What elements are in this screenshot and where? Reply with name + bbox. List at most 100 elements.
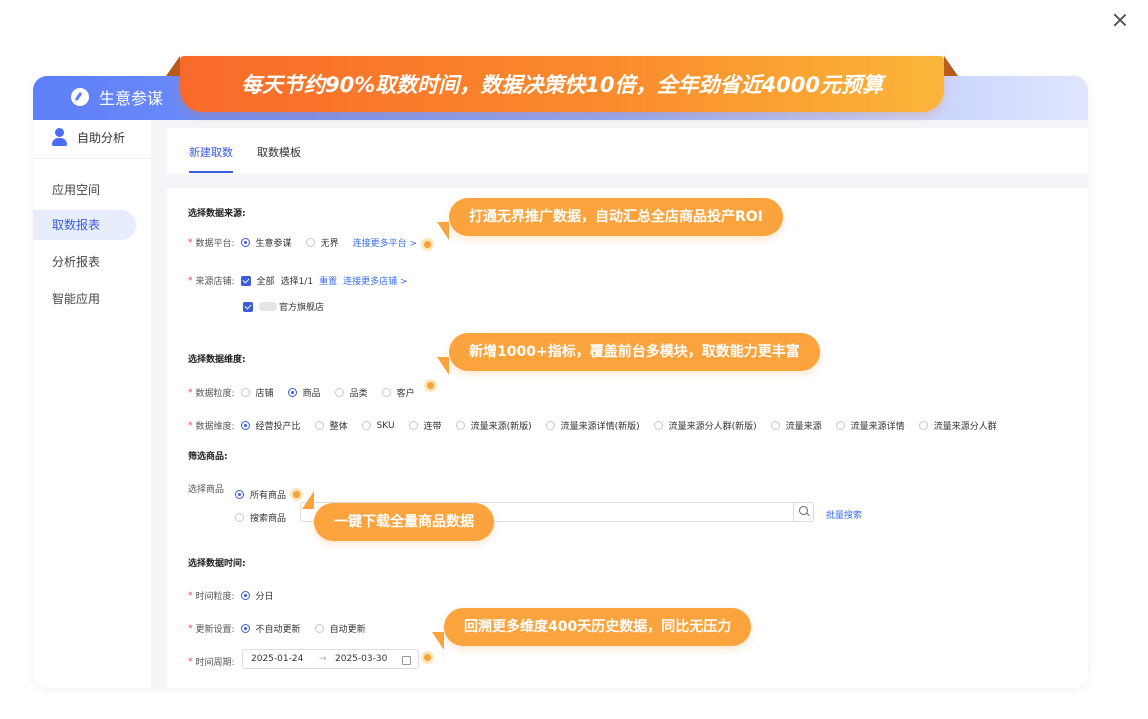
granularity-option[interactable]: 客户 — [397, 386, 415, 399]
radio-customer[interactable] — [381, 388, 391, 397]
close-icon[interactable] — [1110, 10, 1130, 30]
callout-history: 回溯更多维度400天历史数据，同比无压力 — [444, 608, 752, 646]
connect-store-link[interactable]: 连接更多店铺 > — [343, 274, 407, 287]
update-option[interactable]: 自动更新 — [330, 622, 366, 635]
radio-dimension[interactable] — [314, 421, 324, 430]
dimension-option[interactable]: 流量来源分人群(新版) — [669, 419, 757, 432]
radio-dimension[interactable] — [545, 421, 555, 430]
filter-all-row: 所有商品 — [235, 488, 286, 501]
time-granularity-value[interactable]: 分日 — [256, 589, 274, 602]
date-separator-arrow: → — [319, 654, 327, 664]
radio-search-products[interactable] — [235, 513, 244, 522]
filter-option-all[interactable]: 所有商品 — [250, 488, 286, 501]
required-mark: * — [188, 590, 193, 601]
search-icon[interactable] — [793, 502, 814, 522]
dimension-option[interactable]: 经营投产比 — [256, 419, 301, 432]
store-item-row: 官方旗舰店 — [243, 300, 324, 313]
batch-search-link[interactable]: 批量搜索 — [826, 508, 862, 521]
brand: 生意参谋 — [71, 85, 163, 109]
app-window: 生意参谋 自助分析 应用空间 取数报表 分析报表 智能应用 新建取数 取数模板 … — [33, 76, 1088, 688]
granularity-option[interactable]: 品类 — [350, 386, 368, 399]
promo-banner: 每天节约90%取数时间，数据决策快10倍，全年劲省近4000元预算 — [180, 56, 944, 112]
required-mark: * — [188, 656, 193, 667]
dimension-option[interactable]: 流量来源详情(新版) — [561, 419, 640, 432]
date-start[interactable]: 2025-01-24 — [251, 654, 303, 664]
radio-no-auto-update[interactable] — [240, 624, 250, 633]
period-row: * 时间周期: — [188, 655, 241, 669]
dimension-option[interactable]: 连带 — [424, 419, 442, 432]
date-end[interactable]: 2025-03-30 — [335, 654, 387, 664]
radio-store[interactable] — [240, 388, 250, 397]
radio-all-products[interactable] — [235, 490, 244, 499]
user-icon — [51, 128, 69, 146]
dimension-option[interactable]: 流量来源分人群 — [934, 419, 997, 432]
hotspot-dot — [421, 651, 434, 664]
platform-row: * 数据平台: 生意参谋 无界 连接更多平台 > — [188, 236, 417, 250]
dimension-option[interactable]: 整体 — [330, 419, 348, 432]
callout-wujie: 打通无界推广数据，自动汇总全店商品投产ROI — [449, 198, 783, 236]
filter-label: 选择商品 — [188, 485, 225, 495]
sidebar-item-analysis-reports[interactable]: 分析报表 — [33, 247, 136, 277]
radio-category[interactable] — [334, 388, 344, 397]
callout-tail — [437, 222, 449, 240]
radio-dimension[interactable] — [408, 421, 418, 430]
calendar-icon[interactable] — [402, 656, 411, 665]
store-label: 来源店铺: — [195, 277, 235, 287]
update-row: * 更新设置: 不自动更新 自动更新 — [188, 622, 380, 636]
radio-daily[interactable] — [240, 591, 250, 600]
dimension-option[interactable]: SKU — [377, 421, 395, 431]
time-granularity-row: * 时间粒度: 分日 — [188, 589, 274, 603]
dimension-label: 数据维度: — [195, 422, 235, 432]
dimension-option[interactable]: 流量来源详情 — [851, 419, 905, 432]
callout-tail — [302, 491, 314, 509]
radio-dimension[interactable] — [361, 421, 371, 430]
required-mark: * — [188, 623, 193, 634]
sidebar-header: 自助分析 — [51, 128, 125, 146]
dimension-option[interactable]: 流量来源 — [786, 419, 822, 432]
required-mark: * — [188, 237, 193, 248]
ribbon-fold-right — [944, 56, 958, 76]
callout-metrics: 新增1000+指标，覆盖前台多模块，取数能力更丰富 — [449, 333, 820, 371]
section-title-filter: 筛选商品: — [188, 452, 228, 462]
tab-underline — [189, 171, 233, 173]
radio-dimension[interactable] — [653, 421, 663, 430]
connect-platform-link[interactable]: 连接更多平台 > — [353, 236, 417, 249]
platform-option-sycm[interactable]: 生意参谋 — [256, 236, 292, 249]
callout-tail — [437, 357, 449, 375]
checkbox-store[interactable] — [243, 301, 253, 312]
brand-title: 生意参谋 — [99, 89, 164, 108]
tab-extract-template[interactable]: 取数模板 — [257, 144, 301, 160]
checkbox-all-stores[interactable] — [240, 275, 251, 286]
store-row: * 来源店铺: 全部 选择1/1 重置 连接更多店铺 > — [188, 274, 407, 287]
update-option[interactable]: 不自动更新 — [256, 622, 301, 635]
dimension-row: * 数据维度: 经营投产比 整体 SKU 连带 流量来源(新版) 流量来源详情(… — [188, 419, 1011, 433]
time-granularity-label: 时间粒度: — [195, 592, 235, 602]
required-mark: * — [188, 387, 193, 398]
radio-product[interactable] — [287, 388, 297, 397]
filter-option-search[interactable]: 搜索商品 — [250, 511, 286, 524]
radio-dimension[interactable] — [835, 421, 845, 430]
platform-option-wujie[interactable]: 无界 — [321, 236, 339, 249]
radio-platform-sycm[interactable] — [240, 238, 250, 247]
store-count: 选择1/1 — [280, 277, 314, 287]
update-label: 更新设置: — [195, 625, 235, 635]
granularity-option[interactable]: 商品 — [303, 386, 321, 399]
granularity-option[interactable]: 店铺 — [256, 386, 274, 399]
all-stores-label: 全部 — [256, 277, 275, 287]
tab-new-extract[interactable]: 新建取数 — [189, 144, 233, 160]
period-label: 时间周期: — [195, 658, 235, 668]
sidebar-item-app-space[interactable]: 应用空间 — [33, 175, 136, 205]
radio-dimension[interactable] — [455, 421, 465, 430]
radio-auto-update[interactable] — [314, 624, 324, 633]
radio-dimension[interactable] — [918, 421, 928, 430]
dimension-option[interactable]: 流量来源(新版) — [471, 419, 532, 432]
radio-platform-wujie[interactable] — [305, 238, 315, 247]
radio-dimension[interactable] — [770, 421, 780, 430]
sidebar-item-smart-apps[interactable]: 智能应用 — [33, 284, 136, 314]
filter-label-row: 选择商品 — [188, 482, 230, 495]
sidebar-item-data-reports[interactable]: 取数报表 — [33, 210, 136, 240]
reset-link[interactable]: 重置 — [319, 274, 337, 287]
date-range-picker[interactable]: 2025-01-24 → 2025-03-30 — [242, 649, 419, 669]
radio-dimension[interactable] — [240, 421, 250, 430]
compass-icon — [71, 88, 89, 106]
